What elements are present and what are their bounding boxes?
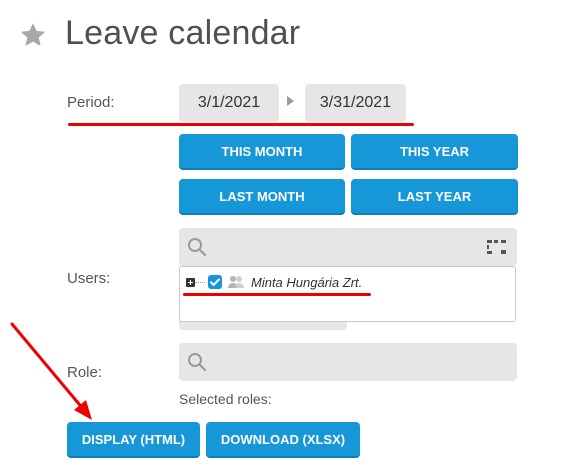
checkbox-icon[interactable] [208, 275, 222, 289]
page-title: Leave calendar [65, 14, 301, 52]
role-search-input[interactable] [179, 343, 517, 381]
download-xlsx-button[interactable]: DOWNLOAD (XLSX) [206, 422, 360, 456]
last-year-button[interactable]: LAST YEAR [351, 179, 518, 213]
display-html-button[interactable]: DISPLAY (HTML) [67, 422, 200, 456]
search-icon [188, 238, 207, 257]
period-end-input[interactable]: 3/31/2021 [305, 84, 406, 122]
users-label: Users: [67, 270, 111, 287]
this-year-button[interactable]: THIS YEAR [351, 134, 518, 168]
expand-icon[interactable] [186, 278, 195, 287]
star-icon[interactable] [18, 20, 48, 50]
range-arrow-icon [287, 96, 294, 106]
tree-structure-icon[interactable] [486, 237, 508, 257]
users-search-input[interactable] [179, 228, 517, 266]
tree-connector [195, 282, 205, 284]
period-label: Period: [67, 94, 115, 111]
annotation-underline-users [183, 293, 371, 296]
search-icon [188, 353, 207, 372]
period-start-input[interactable]: 3/1/2021 [179, 84, 279, 122]
annotation-arrow-icon [10, 322, 92, 420]
group-users-icon [228, 276, 244, 288]
last-month-button[interactable]: LAST MONTH [179, 179, 345, 213]
selected-roles-label: Selected roles: [179, 391, 272, 407]
tree-item-label[interactable]: Minta Hungária Zrt. [251, 275, 362, 290]
annotation-underline-period [68, 123, 414, 126]
this-month-button[interactable]: THIS MONTH [179, 134, 345, 168]
